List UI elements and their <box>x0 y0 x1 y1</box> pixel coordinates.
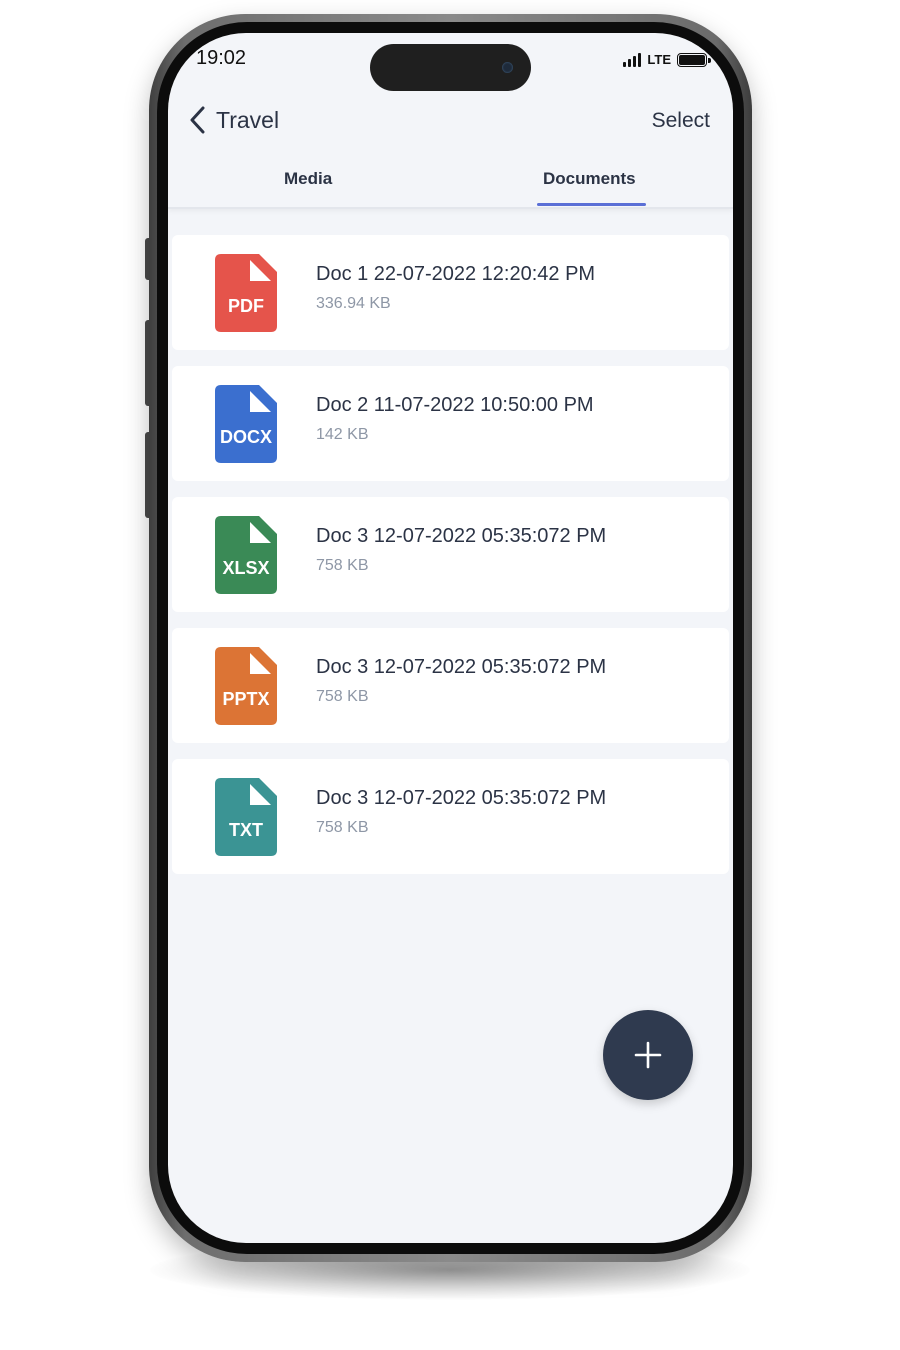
chevron-left-icon <box>190 106 205 134</box>
list-item[interactable]: TXT Doc 3 12-07-2022 05:35:072 PM 758 KB <box>172 759 729 874</box>
select-button[interactable]: Select <box>652 109 710 133</box>
file-type-label: TXT <box>229 820 263 840</box>
document-size: 758 KB <box>316 557 369 574</box>
file-type-label: PDF <box>228 296 264 316</box>
document-size: 336.94 KB <box>316 295 391 312</box>
list-item[interactable]: XLSX Doc 3 12-07-2022 05:35:072 PM 758 K… <box>172 497 729 612</box>
camera-icon <box>502 62 513 73</box>
file-type-label: DOCX <box>219 427 272 447</box>
pdf-file-icon: PDF <box>215 254 277 332</box>
phone-screen: 19:02 LTE Travel Select Media Documents <box>168 33 733 1243</box>
document-size: 142 KB <box>316 426 369 443</box>
plus-icon <box>634 1041 662 1069</box>
status-bar: 19:02 LTE <box>168 33 733 93</box>
list-item[interactable]: DOCX Doc 2 11-07-2022 10:50:00 PM 142 KB <box>172 366 729 481</box>
document-name: Doc 3 12-07-2022 05:35:072 PM <box>316 525 607 547</box>
document-name: Doc 3 12-07-2022 05:35:072 PM <box>316 656 607 678</box>
status-time: 19:02 <box>196 47 247 69</box>
nav-header: Travel Select <box>168 93 733 153</box>
document-list: PDF Doc 1 22-07-2022 12:20:42 PM 336.94 … <box>172 235 729 890</box>
add-document-button[interactable] <box>603 1010 693 1100</box>
active-tab-indicator <box>537 203 646 206</box>
txt-file-icon: TXT <box>215 778 277 856</box>
xlsx-file-icon: XLSX <box>215 516 277 594</box>
page-title: Travel <box>216 106 280 133</box>
pptx-file-icon: PPTX <box>215 647 277 725</box>
docx-file-icon: DOCX <box>215 385 277 463</box>
document-name: Doc 2 11-07-2022 10:50:00 PM <box>316 394 594 416</box>
dynamic-island <box>370 44 531 91</box>
back-button[interactable]: Travel <box>188 105 279 135</box>
tab-media[interactable]: Media <box>284 169 332 189</box>
document-name: Doc 1 22-07-2022 12:20:42 PM <box>316 263 596 285</box>
signal-icon <box>623 53 642 67</box>
file-type-label: PPTX <box>222 689 270 709</box>
document-name: Doc 3 12-07-2022 05:35:072 PM <box>316 787 607 809</box>
tab-bar: Media Documents <box>168 153 733 209</box>
list-item[interactable]: PDF Doc 1 22-07-2022 12:20:42 PM 336.94 … <box>172 235 729 350</box>
document-size: 758 KB <box>316 819 369 836</box>
tab-documents[interactable]: Documents <box>543 169 636 189</box>
file-type-label: XLSX <box>222 558 270 578</box>
document-size: 758 KB <box>316 688 369 705</box>
list-item[interactable]: PPTX Doc 3 12-07-2022 05:35:072 PM 758 K… <box>172 628 729 743</box>
battery-icon <box>677 53 711 67</box>
network-label: LTE <box>647 52 671 67</box>
status-icons: LTE <box>623 51 711 67</box>
